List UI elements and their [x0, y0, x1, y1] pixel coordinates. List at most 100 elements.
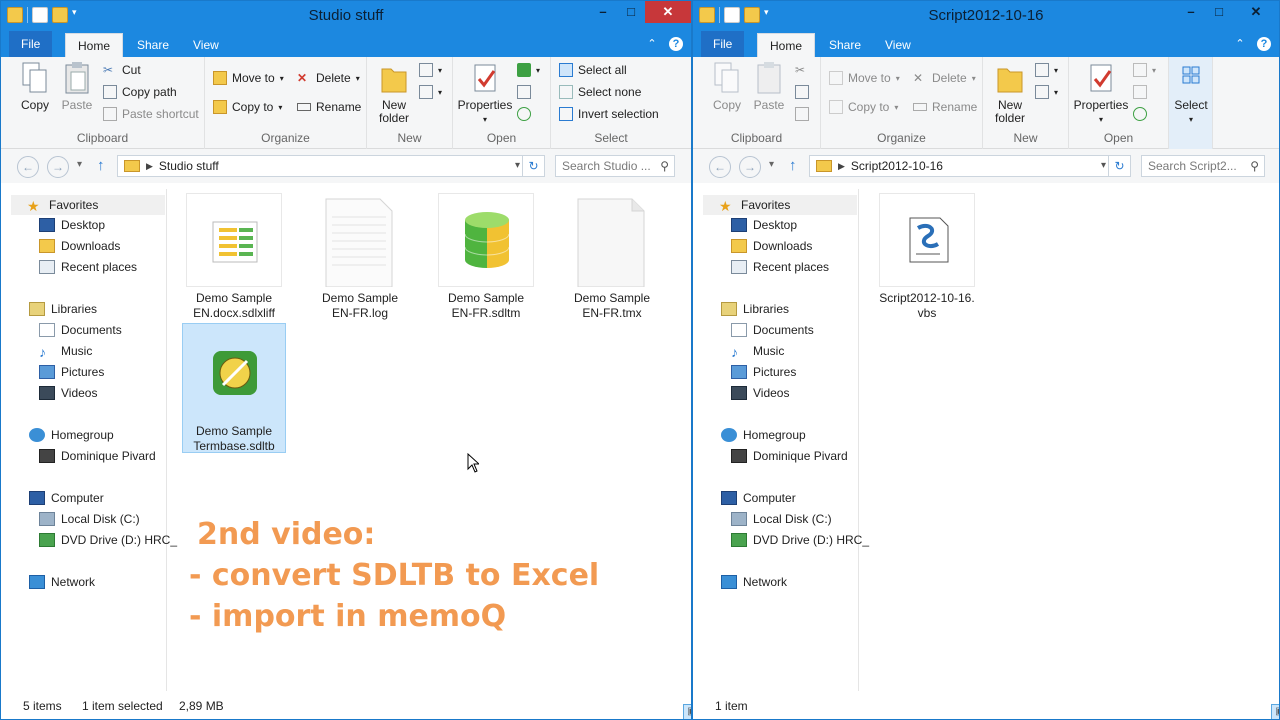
file-item-selected[interactable]: Demo Sample Termbase.sdltb [182, 323, 286, 453]
tab-view[interactable]: View [873, 33, 923, 57]
nav-favorites[interactable]: ★ Favorites [11, 195, 165, 215]
title-bar[interactable]: ▾ Studio stuff – □ ✕ [1, 1, 691, 31]
nav-music[interactable]: ♪ Music [731, 344, 784, 360]
delete-button[interactable]: ✕ Delete ▾ [297, 71, 360, 85]
nav-videos[interactable]: Videos [731, 386, 789, 400]
nav-documents[interactable]: Documents [39, 323, 122, 337]
tab-home[interactable]: Home [757, 33, 816, 57]
large-icons-view-icon[interactable]: ▣ [1271, 704, 1279, 719]
nav-network[interactable]: Network [29, 575, 95, 589]
chevron-down-icon[interactable]: ▾ [1101, 160, 1106, 171]
refresh-icon[interactable]: ↻ [522, 156, 544, 176]
close-button[interactable]: ✕ [645, 1, 691, 23]
select-none-button[interactable]: Select none [559, 85, 641, 99]
file-item[interactable]: Demo Sample EN.docx.sdlxliff [182, 193, 286, 321]
copy-to-button[interactable]: Copy to ▾ [213, 100, 282, 114]
help-icon[interactable]: ? [669, 37, 683, 51]
paste-shortcut-button[interactable] [795, 107, 809, 121]
search-input[interactable]: Search Studio ... ⚲ [555, 155, 675, 177]
close-button[interactable]: ✕ [1233, 1, 1279, 23]
new-folder-button[interactable]: New folder [373, 61, 415, 125]
nav-network[interactable]: Network [721, 575, 787, 589]
cut-button[interactable]: ✂ [795, 63, 809, 77]
history-button[interactable] [1133, 107, 1147, 121]
invert-selection-button[interactable]: Invert selection [559, 107, 659, 121]
forward-button[interactable]: → [47, 156, 69, 178]
nav-user[interactable]: Dominique Pivard [39, 449, 156, 463]
collapse-ribbon-icon[interactable]: ⌃ [645, 37, 659, 51]
tab-file[interactable]: File [9, 31, 53, 57]
minimize-button[interactable]: – [589, 1, 617, 23]
cut-button[interactable]: ✂ Cut [103, 63, 141, 77]
copy-button[interactable]: Copy [15, 61, 55, 112]
nav-favorites[interactable]: ★ Favorites [703, 195, 857, 215]
nav-user[interactable]: Dominique Pivard [731, 449, 848, 463]
refresh-icon[interactable]: ↻ [1108, 156, 1130, 176]
nav-local-disk[interactable]: Local Disk (C:) [39, 512, 140, 526]
history-button[interactable] [517, 107, 531, 121]
new-item-button[interactable]: ▾ [419, 63, 442, 77]
tab-home[interactable]: Home [65, 33, 124, 57]
back-button[interactable]: ← [17, 156, 39, 178]
nav-desktop[interactable]: Desktop [731, 218, 797, 232]
edit-button[interactable] [1133, 85, 1147, 99]
tab-view[interactable]: View [181, 33, 231, 57]
recent-locations-icon[interactable]: ▾ [77, 159, 82, 170]
delete-button[interactable]: ✕ Delete ▾ [913, 71, 976, 85]
copy-to-button[interactable]: Copy to ▾ [829, 100, 898, 114]
rename-button[interactable]: Rename [297, 100, 361, 114]
rename-button[interactable]: Rename [913, 100, 977, 114]
select-all-button[interactable]: Select all [559, 63, 627, 77]
nav-libraries[interactable]: Libraries [721, 302, 789, 316]
new-item-button[interactable]: ▾ [1035, 63, 1058, 77]
paste-shortcut-button[interactable]: Paste shortcut [103, 107, 199, 121]
file-item[interactable]: Demo Sample EN-FR.sdltm [434, 193, 538, 321]
tab-share[interactable]: Share [125, 33, 181, 57]
nav-videos[interactable]: Videos [39, 386, 97, 400]
move-to-button[interactable]: Move to ▾ [829, 71, 900, 85]
address-path[interactable]: Script2012-10-16 [851, 159, 943, 173]
recent-locations-icon[interactable]: ▾ [769, 159, 774, 170]
forward-button[interactable]: → [739, 156, 761, 178]
up-arrow-icon[interactable]: ↑ [97, 157, 105, 174]
chevron-down-icon[interactable]: ▾ [515, 160, 520, 171]
nav-documents[interactable]: Documents [731, 323, 814, 337]
nav-computer[interactable]: Computer [721, 491, 796, 505]
nav-homegroup[interactable]: Homegroup [721, 428, 806, 442]
address-bar[interactable]: ▶ Script2012-10-16 ▾ ↻ [809, 155, 1131, 177]
file-item[interactable]: Demo Sample EN-FR.tmx [560, 193, 664, 321]
nav-homegroup[interactable]: Homegroup [29, 428, 114, 442]
back-button[interactable]: ← [709, 156, 731, 178]
nav-downloads[interactable]: Downloads [731, 239, 812, 253]
move-to-button[interactable]: Move to ▾ [213, 71, 284, 85]
nav-libraries[interactable]: Libraries [29, 302, 97, 316]
nav-dvd-drive[interactable]: DVD Drive (D:) HRC_ [39, 533, 177, 547]
minimize-button[interactable]: – [1177, 1, 1205, 23]
search-input[interactable]: Search Script2... ⚲ [1141, 155, 1265, 177]
large-icons-view-icon[interactable]: ▣ [683, 704, 691, 719]
tab-share[interactable]: Share [817, 33, 873, 57]
nav-recent-places[interactable]: Recent places [39, 260, 137, 274]
easy-access-button[interactable]: ▾ [1035, 85, 1058, 99]
nav-downloads[interactable]: Downloads [39, 239, 120, 253]
properties-button[interactable]: Properties ▾ [455, 61, 515, 126]
address-path[interactable]: Studio stuff [159, 159, 219, 173]
file-item[interactable]: Demo Sample EN-FR.log [308, 193, 412, 321]
select-button[interactable]: Select ▾ [1171, 61, 1211, 126]
copy-path-button[interactable]: Copy path [103, 85, 177, 99]
nav-desktop[interactable]: Desktop [39, 218, 105, 232]
copy-path-button[interactable] [795, 85, 809, 99]
tab-file[interactable]: File [701, 31, 745, 57]
nav-pictures[interactable]: Pictures [39, 365, 104, 379]
easy-access-button[interactable]: ▾ [419, 85, 442, 99]
properties-button[interactable]: Properties ▾ [1071, 61, 1131, 126]
copy-button[interactable]: Copy [707, 61, 747, 112]
open-button[interactable]: ▾ [517, 63, 540, 77]
title-bar[interactable]: ▾ Script2012-10-16 – □ ✕ [693, 1, 1279, 31]
up-arrow-icon[interactable]: ↑ [789, 157, 797, 174]
address-bar[interactable]: ▶ Studio stuff ▾ ↻ [117, 155, 545, 177]
nav-recent-places[interactable]: Recent places [731, 260, 829, 274]
nav-computer[interactable]: Computer [29, 491, 104, 505]
file-item[interactable]: Script2012-10-16. vbs [875, 193, 979, 321]
open-button[interactable]: ▾ [1133, 63, 1156, 77]
